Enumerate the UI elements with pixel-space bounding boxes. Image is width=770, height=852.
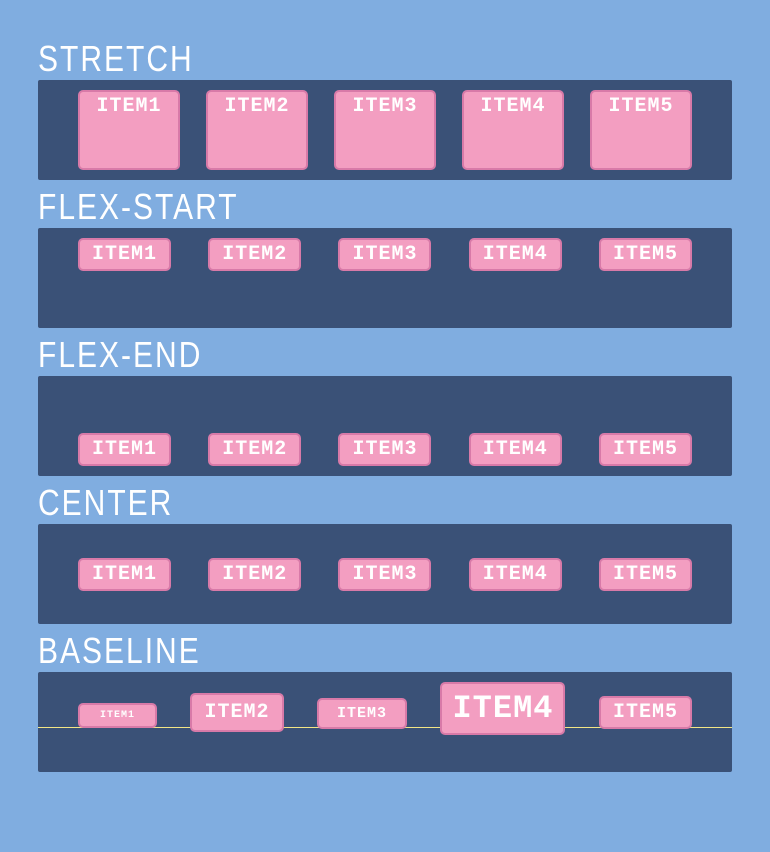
flex-item: ITEM2 [208, 558, 301, 591]
container-stretch: ITEM1 ITEM2 ITEM3 ITEM4 ITEM5 [38, 80, 732, 180]
flex-item: ITEM2 [208, 433, 301, 466]
flex-item: ITEM3 [338, 433, 431, 466]
flex-item: ITEM5 [599, 433, 692, 466]
title-baseline: baseline [38, 632, 732, 673]
section-flex-end: flex-end ITEM1 ITEM2 ITEM3 ITEM4 ITEM5 [38, 336, 732, 476]
flex-item: ITEM2 [190, 693, 283, 732]
flex-item: ITEM4 [469, 238, 562, 271]
section-baseline: baseline ITEM1 ITEM2 ITEM3 ITEM4 ITEM5 [38, 632, 732, 772]
flex-item: ITEM3 [338, 238, 431, 271]
flex-item: ITEM5 [599, 696, 692, 729]
container-flex-end: ITEM1 ITEM2 ITEM3 ITEM4 ITEM5 [38, 376, 732, 476]
flex-item: ITEM3 [334, 90, 436, 170]
flex-item: ITEM4 [440, 682, 565, 735]
title-stretch: stretch [38, 40, 732, 81]
title-center: center [38, 484, 732, 525]
container-center: ITEM1 ITEM2 ITEM3 ITEM4 ITEM5 [38, 524, 732, 624]
flex-item: ITEM5 [599, 238, 692, 271]
flex-item: ITEM4 [469, 558, 562, 591]
flex-item: ITEM1 [78, 238, 171, 271]
title-flex-end: flex-end [38, 336, 732, 377]
flex-item: ITEM3 [338, 558, 431, 591]
container-baseline: ITEM1 ITEM2 ITEM3 ITEM4 ITEM5 [38, 672, 732, 772]
section-stretch: stretch ITEM1 ITEM2 ITEM3 ITEM4 ITEM5 [38, 40, 732, 180]
flex-item: ITEM1 [78, 703, 157, 728]
flex-item: ITEM2 [206, 90, 308, 170]
flex-item: ITEM3 [317, 698, 407, 729]
section-flex-start: flex-start ITEM1 ITEM2 ITEM3 ITEM4 ITEM5 [38, 188, 732, 328]
title-flex-start: flex-start [38, 188, 732, 229]
flex-item: ITEM4 [462, 90, 564, 170]
flex-item: ITEM5 [590, 90, 692, 170]
flex-item: ITEM1 [78, 90, 180, 170]
flex-item: ITEM1 [78, 433, 171, 466]
section-center: center ITEM1 ITEM2 ITEM3 ITEM4 ITEM5 [38, 484, 732, 624]
flex-item: ITEM2 [208, 238, 301, 271]
flex-item: ITEM4 [469, 433, 562, 466]
container-flex-start: ITEM1 ITEM2 ITEM3 ITEM4 ITEM5 [38, 228, 732, 328]
flex-item: ITEM1 [78, 558, 171, 591]
flex-item: ITEM5 [599, 558, 692, 591]
